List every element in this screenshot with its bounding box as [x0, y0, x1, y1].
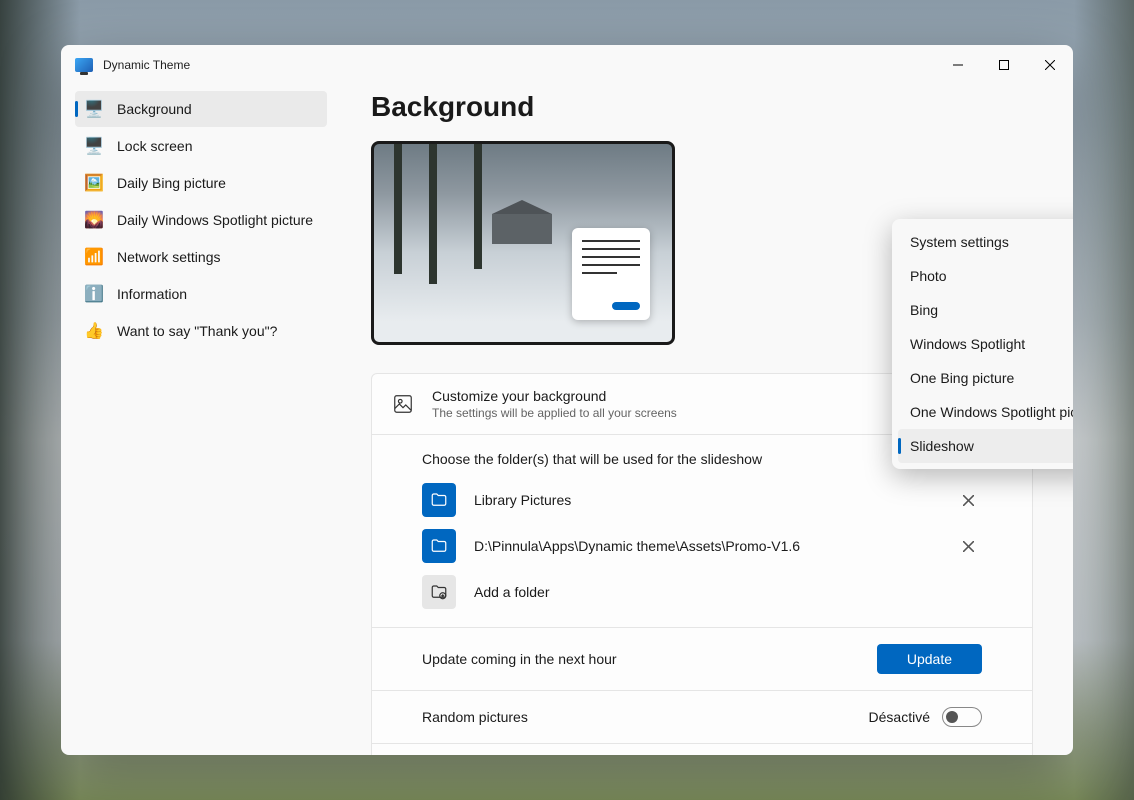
dropdown-item-system-settings[interactable]: System settings: [898, 225, 1073, 259]
app-title: Dynamic Theme: [103, 58, 190, 72]
sidebar-item-bing[interactable]: 🖼️ Daily Bing picture: [75, 165, 327, 201]
wifi-icon: 📶: [85, 248, 103, 266]
thumbsup-icon: 👍: [85, 322, 103, 340]
maximize-button[interactable]: [981, 45, 1027, 85]
folder-row: Library Pictures: [422, 483, 982, 517]
add-folder-row[interactable]: Add a folder: [422, 575, 982, 609]
sidebar: 🖥️ Background 🖥️ Lock screen 🖼️ Daily Bi…: [61, 85, 341, 755]
background-preview: [371, 141, 675, 345]
remove-folder-button[interactable]: [954, 486, 982, 514]
sidebar-item-label: Lock screen: [117, 138, 192, 154]
folder-path: D:\Pinnula\Apps\Dynamic theme\Assets\Pro…: [474, 538, 936, 554]
add-folder-icon: [422, 575, 456, 609]
sidebar-item-label: Daily Windows Spotlight picture: [117, 212, 313, 228]
close-button[interactable]: [1027, 45, 1073, 85]
minimize-button[interactable]: [935, 45, 981, 85]
remove-folder-button[interactable]: [954, 532, 982, 560]
background-type-dropdown: System settings Photo Bing Windows Spotl…: [892, 219, 1073, 469]
folder-icon: [422, 483, 456, 517]
update-row: Update coming in the next hour Update: [372, 628, 1032, 691]
sidebar-item-label: Want to say "Thank you"?: [117, 323, 277, 339]
lock-icon: 🖥️: [85, 137, 103, 155]
sidebar-item-thankyou[interactable]: 👍 Want to say "Thank you"?: [75, 313, 327, 349]
sidebar-item-label: Network settings: [117, 249, 220, 265]
titlebar: Dynamic Theme: [61, 45, 1073, 85]
sidebar-item-label: Information: [117, 286, 187, 302]
dropdown-item-one-spotlight[interactable]: One Windows Spotlight picture: [898, 395, 1073, 429]
folder-path: Library Pictures: [474, 492, 936, 508]
update-button[interactable]: Update: [877, 644, 982, 674]
app-window: Dynamic Theme 🖥️ Background 🖥️ Lock scre…: [61, 45, 1073, 755]
sidebar-item-spotlight[interactable]: 🌄 Daily Windows Spotlight picture: [75, 202, 327, 238]
sidebar-item-label: Daily Bing picture: [117, 175, 226, 191]
sidebar-item-background[interactable]: 🖥️ Background: [75, 91, 327, 127]
dropdown-item-one-bing[interactable]: One Bing picture: [898, 361, 1073, 395]
preview-overlay-card: [572, 228, 650, 320]
folder-icon: [422, 529, 456, 563]
window-controls: [935, 45, 1073, 85]
add-folder-label: Add a folder: [474, 584, 982, 600]
info-icon: ℹ️: [85, 285, 103, 303]
random-state-label: Désactivé: [869, 709, 930, 725]
image-icon: [392, 393, 414, 415]
picture-icon: 🖼️: [85, 174, 103, 192]
random-label: Random pictures: [422, 709, 528, 725]
dropdown-item-windows-spotlight[interactable]: Windows Spotlight: [898, 327, 1073, 361]
customize-subtitle: The settings will be applied to all your…: [432, 406, 677, 420]
sidebar-item-lockscreen[interactable]: 🖥️ Lock screen: [75, 128, 327, 164]
random-toggle[interactable]: [942, 707, 982, 727]
change-every-row: Change picture every... 1 hour: [372, 744, 1032, 755]
app-icon: [75, 58, 93, 72]
dropdown-item-slideshow[interactable]: Slideshow: [898, 429, 1073, 463]
customize-title: Customize your background: [432, 388, 677, 404]
random-row: Random pictures Désactivé: [372, 691, 1032, 744]
page-title: Background: [371, 91, 1033, 123]
folder-row: D:\Pinnula\Apps\Dynamic theme\Assets\Pro…: [422, 529, 982, 563]
sidebar-item-info[interactable]: ℹ️ Information: [75, 276, 327, 312]
dropdown-item-photo[interactable]: Photo: [898, 259, 1073, 293]
update-label: Update coming in the next hour: [422, 651, 617, 667]
desktop-icon: 🖥️: [85, 100, 103, 118]
spotlight-icon: 🌄: [85, 211, 103, 229]
sidebar-item-label: Background: [117, 101, 192, 117]
content-area: Background Customize your background The: [341, 85, 1073, 755]
dropdown-item-bing[interactable]: Bing: [898, 293, 1073, 327]
sidebar-item-network[interactable]: 📶 Network settings: [75, 239, 327, 275]
